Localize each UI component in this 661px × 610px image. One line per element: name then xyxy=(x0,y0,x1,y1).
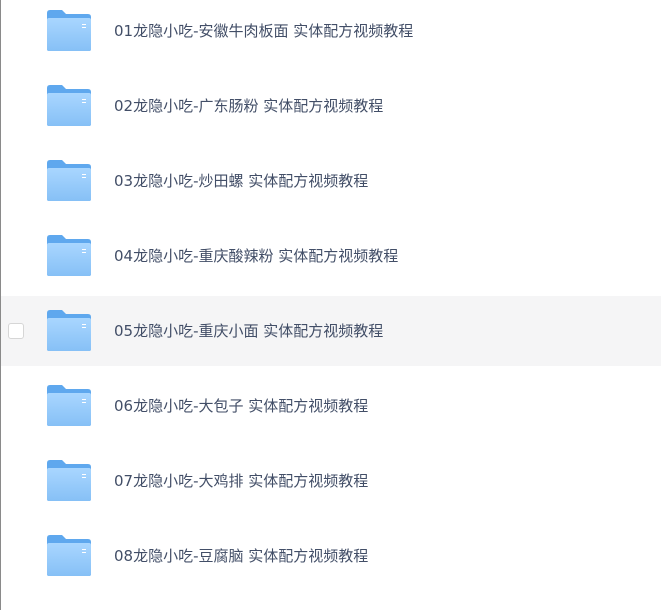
folder-icon xyxy=(47,460,91,501)
folder-name[interactable]: 03龙隐小吃-炒田螺 实体配方视频教程 xyxy=(114,146,368,216)
folder-icon xyxy=(47,385,91,426)
row-checkbox[interactable] xyxy=(8,323,24,339)
folder-name[interactable]: 06龙隐小吃-大包子 实体配方视频教程 xyxy=(114,371,368,441)
folder-icon xyxy=(47,310,91,351)
list-item-folder-06[interactable]: 06龙隐小吃-大包子 实体配方视频教程 xyxy=(1,371,661,441)
folder-name[interactable]: 05龙隐小吃-重庆小面 实体配方视频教程 xyxy=(114,296,383,366)
list-item-folder-03[interactable]: 03龙隐小吃-炒田螺 实体配方视频教程 xyxy=(1,146,661,216)
list-item-folder-05[interactable]: 05龙隐小吃-重庆小面 实体配方视频教程 xyxy=(1,296,661,366)
folder-icon xyxy=(47,235,91,276)
list-item-folder-07[interactable]: 07龙隐小吃-大鸡排 实体配方视频教程 xyxy=(1,446,661,516)
folder-name[interactable]: 02龙隐小吃-广东肠粉 实体配方视频教程 xyxy=(114,71,383,141)
list-item-folder-01[interactable]: 01龙隐小吃-安徽牛肉板面 实体配方视频教程 xyxy=(1,0,661,66)
folder-icon xyxy=(47,160,91,201)
list-item-folder-08[interactable]: 08龙隐小吃-豆腐脑 实体配方视频教程 xyxy=(1,521,661,591)
file-list: 01龙隐小吃-安徽牛肉板面 实体配方视频教程 02龙隐小吃-广东肠粉 实体配方视… xyxy=(1,0,661,610)
folder-icon xyxy=(47,10,91,51)
list-item-folder-02[interactable]: 02龙隐小吃-广东肠粉 实体配方视频教程 xyxy=(1,71,661,141)
folder-icon xyxy=(47,535,91,576)
folder-icon xyxy=(47,85,91,126)
folder-name[interactable]: 08龙隐小吃-豆腐脑 实体配方视频教程 xyxy=(114,521,368,591)
list-item-folder-04[interactable]: 04龙隐小吃-重庆酸辣粉 实体配方视频教程 xyxy=(1,221,661,291)
folder-name[interactable]: 01龙隐小吃-安徽牛肉板面 实体配方视频教程 xyxy=(114,0,413,66)
folder-name[interactable]: 07龙隐小吃-大鸡排 实体配方视频教程 xyxy=(114,446,368,516)
folder-name[interactable]: 04龙隐小吃-重庆酸辣粉 实体配方视频教程 xyxy=(114,221,398,291)
